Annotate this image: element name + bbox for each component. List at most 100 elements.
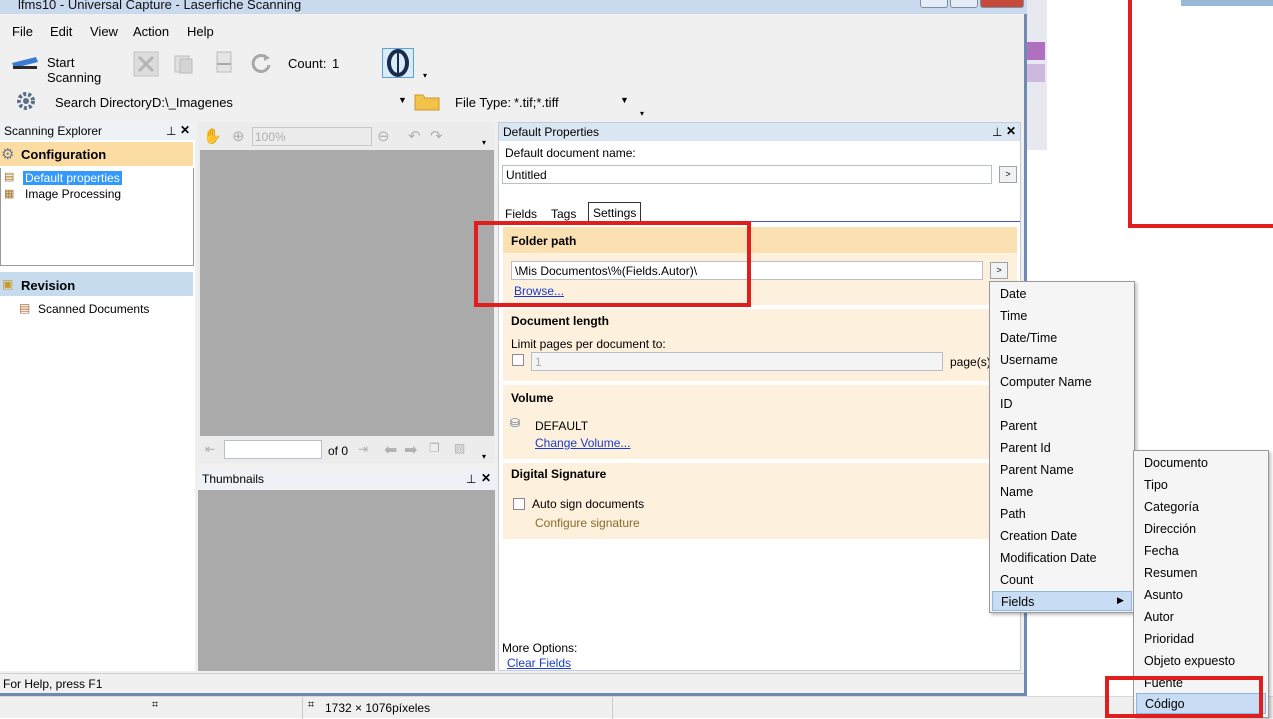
search-directory-select[interactable]: D:\_Imagenes: [152, 95, 408, 110]
more-options-label: More Options:: [502, 641, 578, 655]
start-scanning-button[interactable]: Start Scanning: [10, 51, 128, 85]
scan-toolbar: Start Scanning Count: 1 ▾: [2, 45, 432, 85]
folder-icon[interactable]: [413, 90, 441, 112]
ocr-icon[interactable]: [382, 48, 414, 78]
doc-name-input[interactable]: Untitled: [502, 165, 992, 184]
split-page-icon[interactable]: ▧: [454, 441, 465, 455]
rotate-left-icon[interactable]: ↶: [408, 127, 421, 145]
menu-item-modification-date[interactable]: Modification Date: [1000, 551, 1097, 565]
next-arrow-icon[interactable]: ➡: [404, 440, 417, 460]
tree-item-default-properties[interactable]: Default properties: [23, 171, 122, 185]
zoom-in-icon[interactable]: ⊕: [232, 127, 245, 145]
menu-item-fields[interactable]: Fields ▶: [992, 591, 1132, 611]
menu-edit[interactable]: Edit: [50, 24, 72, 39]
pan-hand-icon[interactable]: ✋: [203, 127, 222, 145]
minimize-button[interactable]: [920, 0, 948, 8]
pin-icon[interactable]: ⊥: [166, 124, 176, 138]
menu-item-creation-date[interactable]: Creation Date: [1000, 529, 1077, 543]
rescan-icon[interactable]: [248, 51, 274, 77]
menu-item-name[interactable]: Name: [1000, 485, 1033, 499]
maximize-button[interactable]: [950, 0, 978, 8]
submenu-item-categoria[interactable]: Categoría: [1144, 500, 1199, 514]
rotate-right-icon[interactable]: ↷: [430, 127, 443, 145]
viewer-overflow-icon[interactable]: ▾: [482, 138, 486, 147]
clear-fields-link[interactable]: Clear Fields: [507, 656, 571, 670]
thumbnails-close-icon[interactable]: ✕: [481, 471, 491, 485]
menu-file[interactable]: File: [12, 24, 33, 39]
revision-header[interactable]: ▣ Revision: [0, 272, 193, 296]
prev-arrow-icon[interactable]: ⬅: [384, 440, 397, 460]
properties-close-icon[interactable]: ✕: [1006, 124, 1016, 138]
tab-settings[interactable]: Settings: [588, 202, 642, 223]
limit-pages-input[interactable]: 1: [531, 352, 943, 371]
limit-pages-checkbox[interactable]: [512, 354, 524, 366]
configuration-header[interactable]: ⚙ Configuration: [0, 142, 193, 166]
last-page-icon[interactable]: ⇥: [358, 442, 368, 456]
nav-overflow-icon[interactable]: ▾: [482, 452, 486, 461]
menu-item-username[interactable]: Username: [1000, 353, 1058, 367]
menu-item-count[interactable]: Count: [1000, 573, 1033, 587]
menu-item-path[interactable]: Path: [1000, 507, 1026, 521]
submenu-item-prioridad[interactable]: Prioridad: [1144, 632, 1194, 646]
menu-item-computer-name[interactable]: Computer Name: [1000, 375, 1092, 389]
menu-item-time[interactable]: Time: [1000, 309, 1027, 323]
copy-page-icon[interactable]: ❐: [429, 441, 440, 455]
menu-item-date-time[interactable]: Date/Time: [1000, 331, 1057, 345]
file-type-dropdown-icon[interactable]: ▼: [620, 95, 629, 105]
status-help-text: For Help, press F1: [3, 677, 103, 691]
submenu-item-objeto-expuesto[interactable]: Objeto expuesto: [1144, 654, 1235, 668]
divider-3: [503, 459, 1017, 463]
pages-icon[interactable]: [172, 53, 196, 75]
change-volume-link[interactable]: Change Volume...: [535, 436, 630, 450]
cancel-icon[interactable]: [133, 51, 159, 77]
submenu-item-resumen[interactable]: Resumen: [1144, 566, 1198, 580]
divider-2: [503, 381, 1017, 385]
gear-icon[interactable]: [15, 90, 37, 112]
submenu-item-tipo[interactable]: Tipo: [1144, 478, 1168, 492]
submenu-item-direccion[interactable]: Dirección: [1144, 522, 1196, 536]
explorer-close-icon[interactable]: ✕: [180, 123, 190, 137]
image-canvas[interactable]: [200, 150, 494, 436]
menu-item-parent[interactable]: Parent: [1000, 419, 1037, 433]
bg-tab-2: [1027, 64, 1045, 82]
tree-item-image-processing[interactable]: Image Processing: [25, 187, 121, 201]
folder-path-picker-button[interactable]: >: [990, 262, 1008, 279]
document-icon: ▤: [19, 301, 31, 315]
count-value[interactable]: 1: [332, 56, 376, 71]
menu-action[interactable]: Action: [133, 24, 169, 39]
page-of-label: of 0: [328, 444, 349, 458]
submenu-item-documento[interactable]: Documento: [1144, 456, 1208, 470]
tab-tags[interactable]: Tags: [551, 207, 576, 221]
image-viewer-status-strip: ⌗ ⌗ 1732 × 1076píxeles: [0, 696, 1273, 719]
menu-item-id[interactable]: ID: [1000, 397, 1013, 411]
insert-page-icon[interactable]: [212, 50, 236, 78]
configure-signature-link[interactable]: Configure signature: [535, 516, 640, 530]
tab-fields[interactable]: Fields: [505, 207, 537, 221]
properties-pin-icon[interactable]: ⊥: [992, 125, 1002, 139]
zoom-out-icon[interactable]: ⊖: [377, 127, 390, 145]
menu-item-parent-id[interactable]: Parent Id: [1000, 441, 1051, 455]
image-processing-icon: ▦: [4, 188, 15, 200]
toolbar2-overflow-icon[interactable]: ▾: [640, 109, 644, 118]
search-directory-dropdown-icon[interactable]: ▼: [398, 95, 407, 105]
volume-value: DEFAULT: [535, 419, 589, 433]
menu-item-date[interactable]: Date: [1000, 287, 1026, 301]
menu-help[interactable]: Help: [187, 24, 214, 39]
close-button[interactable]: [980, 0, 1024, 8]
first-page-icon[interactable]: ⇤: [205, 442, 215, 456]
zoom-select[interactable]: 100%: [252, 127, 372, 146]
file-type-select[interactable]: *.tif;*.tiff: [514, 95, 624, 110]
submenu-item-asunto[interactable]: Asunto: [1144, 588, 1183, 602]
doc-name-picker-button[interactable]: >: [999, 166, 1017, 183]
menu-item-parent-name[interactable]: Parent Name: [1000, 463, 1074, 477]
auto-sign-checkbox[interactable]: [513, 498, 525, 510]
red-annotation-codigo: [1105, 676, 1263, 718]
strip-divider-1: [302, 697, 303, 719]
submenu-item-autor[interactable]: Autor: [1144, 610, 1174, 624]
page-number-input[interactable]: [224, 440, 322, 459]
toolbar-overflow-icon[interactable]: ▾: [423, 71, 427, 80]
thumbnails-pin-icon[interactable]: ⊥: [466, 472, 476, 486]
tree-item-scanned-documents[interactable]: Scanned Documents: [38, 302, 149, 316]
submenu-item-fecha[interactable]: Fecha: [1144, 544, 1179, 558]
menu-view[interactable]: View: [90, 24, 118, 39]
